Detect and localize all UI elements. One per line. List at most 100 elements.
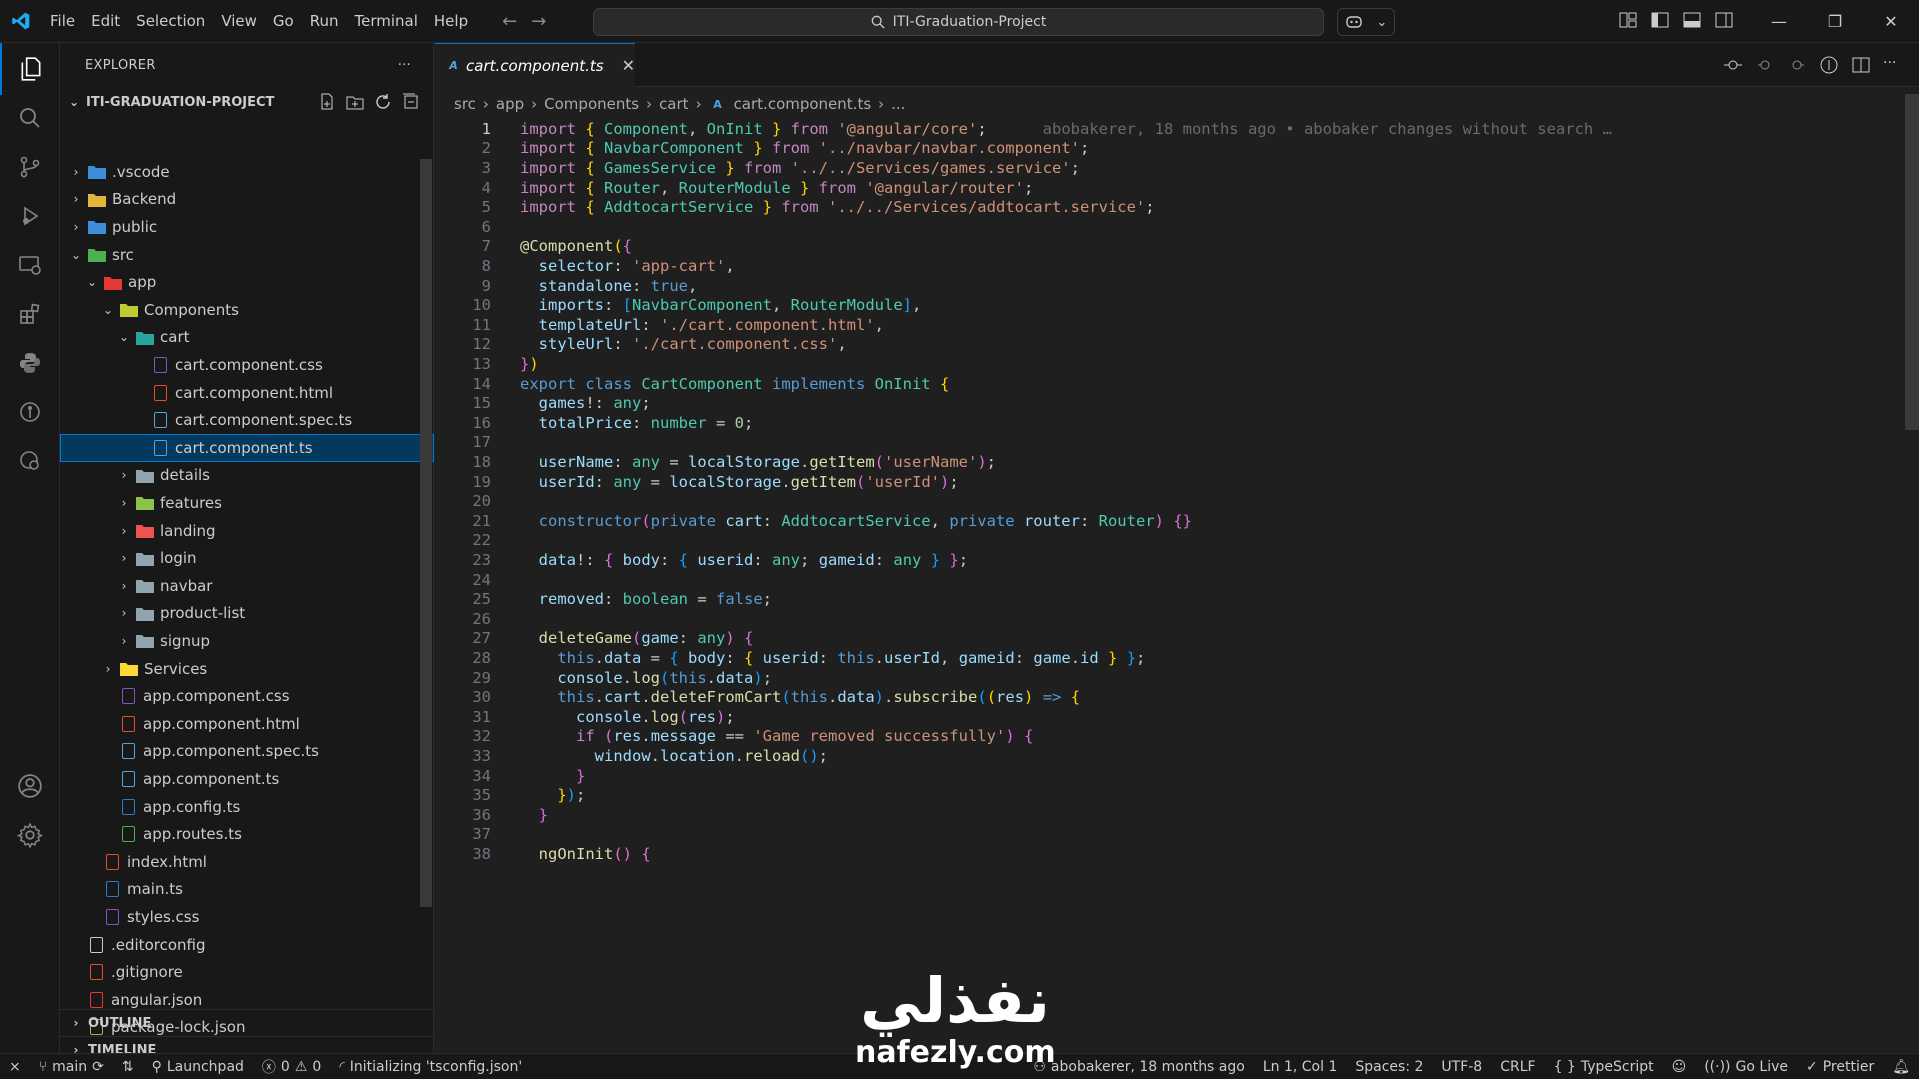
end-of-line[interactable]: CRLF (1491, 1054, 1544, 1079)
code-editor[interactable]: 1 import { Component, OnInit } from '@ang… (435, 119, 1919, 1053)
copilot-button[interactable]: ⌄ (1337, 8, 1395, 36)
code-line[interactable]: 33 window.location.reload(); (435, 746, 1895, 766)
code-line[interactable]: 28 this.data = { body: { userid: this.us… (435, 648, 1895, 668)
python-icon[interactable] (0, 337, 60, 389)
tree-folder[interactable]: › .vscode (60, 158, 434, 186)
code-line[interactable]: 10 imports: [NavbarComponent, RouterModu… (435, 295, 1895, 315)
code-line[interactable]: 15 games!: any; (435, 393, 1895, 413)
tree-file[interactable]: .editorconfig (60, 931, 434, 959)
new-file-icon[interactable] (318, 93, 336, 111)
collapse-all-icon[interactable] (402, 93, 420, 111)
forward-arrow-icon[interactable]: → (531, 11, 546, 32)
code-line[interactable]: 36 } (435, 805, 1895, 825)
tree-file[interactable]: cart.component.css (60, 351, 434, 379)
tree-file[interactable]: index.html (60, 848, 434, 876)
tree-folder[interactable]: › product-list (60, 600, 434, 628)
project-root[interactable]: ⌄ ITI-GRADUATION-PROJECT (60, 89, 434, 115)
toggle-sidebar-icon[interactable] (1650, 10, 1670, 30)
problems-status[interactable]: ⓧ 0 ⚠ 0 (253, 1054, 330, 1079)
branch-status[interactable]: ⑂ main ⟳ (30, 1054, 113, 1079)
refresh-icon[interactable] (374, 93, 392, 111)
menu-edit[interactable]: Edit (83, 0, 128, 43)
tree-folder[interactable]: › navbar (60, 572, 434, 600)
code-line[interactable]: 16 totalPrice: number = 0; (435, 413, 1895, 433)
menu-help[interactable]: Help (426, 0, 476, 43)
close-window-icon[interactable]: ✕ (1863, 0, 1919, 43)
restore-icon[interactable]: ❐ (1807, 0, 1863, 43)
split-editor-icon[interactable] (1851, 55, 1871, 75)
tree-file[interactable]: .gitignore (60, 958, 434, 986)
code-line[interactable]: 13}) (435, 354, 1895, 374)
code-line[interactable]: 9 standalone: true, (435, 276, 1895, 296)
code-line[interactable]: 1 import { Component, OnInit } from '@ang… (435, 119, 1895, 139)
tree-file[interactable]: app.component.ts (60, 765, 434, 793)
toggle-secondary-sidebar-icon[interactable] (1714, 10, 1734, 30)
remote-explorer-icon[interactable] (0, 239, 60, 291)
new-folder-icon[interactable] (346, 93, 364, 111)
gitlens-icon[interactable] (0, 386, 60, 438)
code-line[interactable]: 14 export class CartComponent implements … (435, 374, 1895, 394)
breadcrumb-item[interactable]: ... (891, 95, 905, 113)
code-line[interactable]: 4 import { Router, RouterModule } from '@… (435, 178, 1895, 198)
language-server-status[interactable]: ◜ Initializing 'tsconfig.json' (330, 1054, 531, 1079)
code-line[interactable]: 19 userId: any = localStorage.getItem('u… (435, 472, 1895, 492)
settings-gear-icon[interactable] (0, 809, 60, 861)
minimize-icon[interactable]: — (1751, 0, 1807, 43)
tree-folder[interactable]: ⌄ Components (60, 296, 434, 324)
code-line[interactable]: 20 (435, 491, 1895, 511)
tree-file[interactable]: cart.component.html (60, 379, 434, 407)
remote-indicator[interactable]: ⨯ (0, 1054, 30, 1079)
breadcrumb-item[interactable]: Components (544, 95, 639, 113)
gitlens-blame-icon[interactable] (1819, 55, 1839, 75)
search-icon[interactable] (0, 92, 60, 144)
breadcrumb-item[interactable]: cart (659, 95, 689, 113)
next-change-icon[interactable] (1787, 55, 1807, 75)
menu-file[interactable]: File (42, 0, 83, 43)
tree-file[interactable]: cart.component.ts (60, 434, 434, 462)
gitlens-status[interactable]: ⇅ (113, 1054, 143, 1079)
language-mode[interactable]: { } TypeScript (1545, 1054, 1663, 1079)
tree-folder[interactable]: › features (60, 489, 434, 517)
code-line[interactable]: 32 if (res.message == 'Game removed succ… (435, 727, 1895, 747)
code-line[interactable]: 26 (435, 609, 1895, 629)
more-actions-icon[interactable]: ··· (1883, 55, 1903, 75)
encoding[interactable]: UTF-8 (1432, 1054, 1491, 1079)
tree-folder[interactable]: › login (60, 544, 434, 572)
back-arrow-icon[interactable]: ← (502, 11, 517, 32)
editor-scrollbar[interactable] (1905, 94, 1919, 430)
notifications[interactable]: 🔔︎ (1883, 1054, 1919, 1079)
tree-folder[interactable]: › details (60, 462, 434, 490)
code-line[interactable]: 30 this.cart.deleteFromCart(this.data).s… (435, 687, 1895, 707)
menu-terminal[interactable]: Terminal (347, 0, 426, 43)
code-line[interactable]: 38 ngOnInit() { (435, 844, 1895, 864)
code-line[interactable]: 25 removed: boolean = false; (435, 589, 1895, 609)
tree-folder[interactable]: › public (60, 213, 434, 241)
tree-folder[interactable]: › signup (60, 627, 434, 655)
code-line[interactable]: 2 import { NavbarComponent } from '../nav… (435, 139, 1895, 159)
blame-status[interactable]: ⚇ abobakerer, 18 months ago (1024, 1054, 1253, 1079)
indentation[interactable]: Spaces: 2 (1346, 1054, 1432, 1079)
menu-view[interactable]: View (213, 0, 265, 43)
code-line[interactable]: 37 (435, 825, 1895, 845)
explorer-icon[interactable] (0, 43, 60, 95)
code-line[interactable]: 31 console.log(res); (435, 707, 1895, 727)
gitlens-inspect-icon[interactable] (0, 435, 60, 487)
close-icon[interactable]: ✕ (622, 56, 635, 75)
menu-go[interactable]: Go (265, 0, 302, 43)
code-line[interactable]: 34 } (435, 766, 1895, 786)
breadcrumb-item[interactable]: src (454, 95, 476, 113)
extensions-icon[interactable] (0, 288, 60, 340)
menu-selection[interactable]: Selection (128, 0, 213, 43)
launchpad-status[interactable]: ⚲ Launchpad (143, 1054, 253, 1079)
tree-file[interactable]: app.component.css (60, 682, 434, 710)
prettier-status[interactable]: ✓ Prettier (1797, 1054, 1883, 1079)
tree-file[interactable]: app.routes.ts (60, 820, 434, 848)
tree-folder[interactable]: › Backend (60, 186, 434, 214)
tree-file[interactable]: app.component.spec.ts (60, 738, 434, 766)
code-line[interactable]: 12 styleUrl: './cart.component.css', (435, 335, 1895, 355)
code-line[interactable]: 18 userName: any = localStorage.getItem(… (435, 452, 1895, 472)
breadcrumb-item[interactable]: cart.component.ts (734, 95, 872, 113)
command-center-search[interactable]: ITI-Graduation-Project (593, 8, 1324, 36)
tree-folder[interactable]: ⌄ app (60, 268, 434, 296)
go-live-button[interactable]: ((·)) Go Live (1695, 1054, 1797, 1079)
